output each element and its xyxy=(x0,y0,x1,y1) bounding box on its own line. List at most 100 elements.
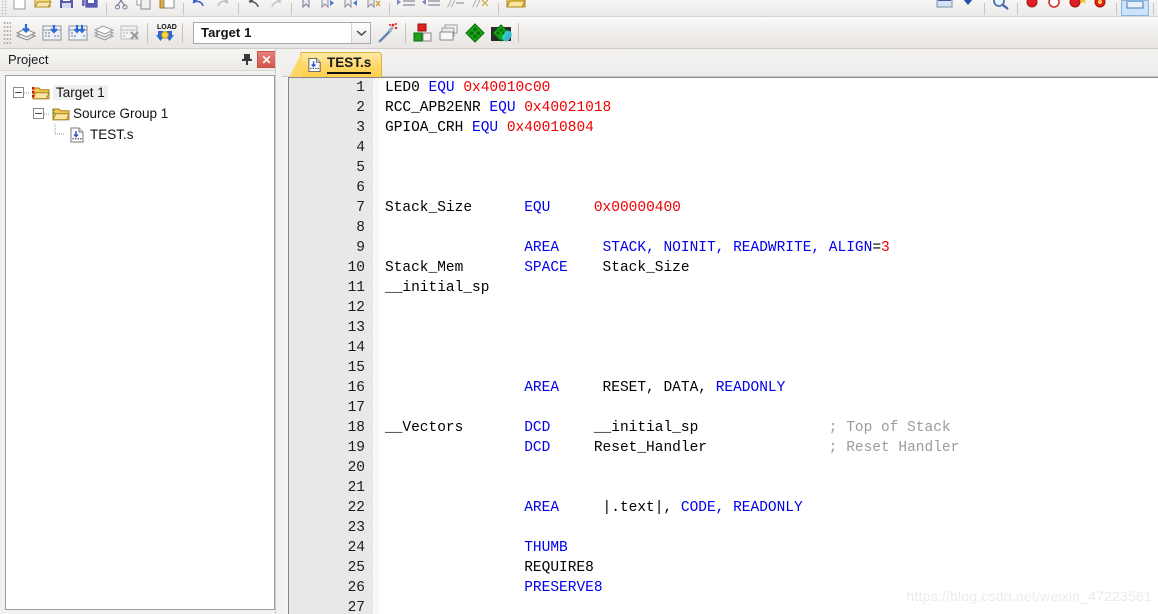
rebuild-button[interactable] xyxy=(65,20,91,46)
disable-breakpoint-icon[interactable] xyxy=(1044,0,1066,16)
code-line[interactable]: 11 __initial_sp xyxy=(289,278,1158,298)
code-line[interactable]: 24 THUMB xyxy=(289,538,1158,558)
code-line[interactable]: 7 Stack_Size EQU 0x00000400 xyxy=(289,198,1158,218)
code-lines-container[interactable]: 1 LED0 EQU 0x40010c00 2 RCC_APB2ENR EQU 0x4… xyxy=(289,78,1158,614)
code-line[interactable]: 12 xyxy=(289,298,1158,318)
code-token: EQU xyxy=(428,80,464,96)
code-line[interactable]: 3 GPIOA_CRH EQU 0x40010804 xyxy=(289,118,1158,138)
build-toolbar-grip[interactable] xyxy=(3,20,11,45)
panel-splitter[interactable] xyxy=(275,49,281,614)
code-line[interactable]: 1 LED0 EQU 0x40010c00 xyxy=(289,78,1158,98)
disable-all-breakpoints-icon[interactable] xyxy=(1090,0,1112,16)
indent-icon[interactable] xyxy=(394,0,419,16)
project-tree-container[interactable]: − Target 1 − Source Group 1 TEST.s xyxy=(5,75,275,610)
code-line[interactable]: 13 xyxy=(289,318,1158,338)
tree-item-test-s[interactable]: TEST.s xyxy=(6,124,274,145)
build-button[interactable] xyxy=(39,20,65,46)
keil-uvision-window: // // LOAD Target 1 Project ✕ − Target 1… xyxy=(0,0,1158,614)
code-line[interactable]: 18 __Vectors DCD __initial_sp ; Top of St… xyxy=(289,418,1158,438)
line-number: 16 xyxy=(347,380,365,396)
line-number: 9 xyxy=(356,240,365,256)
clear-bookmarks-icon[interactable] xyxy=(362,0,385,16)
toolbar-separator xyxy=(182,22,183,43)
code-line[interactable]: 2 RCC_APB2ENR EQU 0x40021018 xyxy=(289,98,1158,118)
multi-project-button[interactable] xyxy=(436,20,462,46)
new-file-icon[interactable] xyxy=(8,0,31,16)
code-line[interactable]: 20 xyxy=(289,458,1158,478)
toolbar-separator xyxy=(518,22,519,43)
target-options-button[interactable] xyxy=(375,20,401,46)
line-number: 1 xyxy=(356,80,365,96)
target-selector[interactable]: Target 1 xyxy=(193,21,371,44)
code-line[interactable]: 16 AREA RESET, DATA, READONLY xyxy=(289,378,1158,398)
code-line[interactable]: 5 xyxy=(289,158,1158,178)
code-line[interactable]: 19 DCD Reset_Handler ; Reset Handler xyxy=(289,438,1158,458)
tree-connector xyxy=(24,92,30,93)
code-line[interactable]: 22 AREA |.text|, CODE, READONLY xyxy=(289,498,1158,518)
outdent-icon[interactable] xyxy=(419,0,444,16)
code-line[interactable]: 15 xyxy=(289,358,1158,378)
paste-icon[interactable] xyxy=(156,0,179,16)
open-folder-icon[interactable] xyxy=(31,0,55,16)
project-tree: − Target 1 − Source Group 1 TEST.s xyxy=(6,76,274,145)
close-icon[interactable]: ✕ xyxy=(257,51,276,68)
download-button[interactable]: LOAD xyxy=(152,20,178,46)
open-project-icon[interactable] xyxy=(503,0,529,16)
stop-build-button[interactable] xyxy=(117,20,143,46)
code-editor[interactable]: 1 LED0 EQU 0x40010c00 2 RCC_APB2ENR EQU 0x4… xyxy=(288,77,1158,614)
tree-item-target-1[interactable]: − Target 1 xyxy=(6,82,274,103)
forward-icon[interactable] xyxy=(265,0,287,16)
cut-icon[interactable] xyxy=(111,0,133,16)
manage-project-items-button[interactable] xyxy=(410,20,436,46)
tree-item-source-group-1[interactable]: − Source Group 1 xyxy=(6,103,274,124)
bookmark-icon[interactable] xyxy=(296,0,316,16)
tab-test-s[interactable]: TEST.s xyxy=(288,52,383,78)
save-all-icon[interactable] xyxy=(78,0,102,16)
find-icon[interactable] xyxy=(989,0,1013,16)
code-token: 3 xyxy=(881,240,890,256)
chevron-down-icon[interactable] xyxy=(351,22,370,43)
debug-icon[interactable] xyxy=(932,0,958,16)
line-number: 14 xyxy=(347,340,365,356)
uncomment-icon[interactable]: // xyxy=(469,0,494,16)
toolbar-grip[interactable] xyxy=(1,0,8,16)
code-line[interactable]: 25 REQUIRE8 xyxy=(289,558,1158,578)
insert-breakpoint-icon[interactable] xyxy=(1022,0,1044,16)
line-text: AREA |.text|, CODE, READONLY xyxy=(385,498,802,518)
translate-button[interactable] xyxy=(13,20,39,46)
code-line[interactable]: 8 xyxy=(289,218,1158,238)
code-token: AREA xyxy=(524,240,560,256)
select-packs-button[interactable] xyxy=(488,20,514,46)
undo-icon[interactable] xyxy=(188,0,211,16)
save-icon[interactable] xyxy=(55,0,78,16)
copy-icon[interactable] xyxy=(133,0,156,16)
line-number: 2 xyxy=(356,100,365,116)
batch-build-button[interactable] xyxy=(91,20,117,46)
pack-installer-button[interactable] xyxy=(462,20,488,46)
code-token: PRESERVE8 xyxy=(524,580,603,596)
code-line[interactable]: 10 Stack_Mem SPACE Stack_Size xyxy=(289,258,1158,278)
code-line[interactable]: 23 xyxy=(289,518,1158,538)
pin-icon[interactable] xyxy=(237,51,257,69)
redo-icon[interactable] xyxy=(211,0,234,16)
code-line[interactable]: 17 xyxy=(289,398,1158,418)
kill-all-breakpoints-icon[interactable] xyxy=(1066,0,1090,16)
line-number: 23 xyxy=(347,520,365,536)
line-number: 11 xyxy=(347,280,365,296)
back-icon[interactable] xyxy=(243,0,265,16)
code-line[interactable]: 6 xyxy=(289,178,1158,198)
code-line[interactable]: 4 xyxy=(289,138,1158,158)
code-line[interactable]: 21 xyxy=(289,478,1158,498)
asm-file-icon xyxy=(69,127,86,143)
window-icon[interactable] xyxy=(1121,0,1149,16)
next-bookmark-icon[interactable] xyxy=(316,0,339,16)
comment-icon[interactable]: // xyxy=(444,0,469,16)
expander-collapse-icon[interactable]: − xyxy=(33,108,44,119)
expander-collapse-icon[interactable]: − xyxy=(13,87,24,98)
line-number: 13 xyxy=(347,320,365,336)
code-line[interactable]: 14 xyxy=(289,338,1158,358)
code-line[interactable]: 9 AREA STACK, NOINIT, READWRITE, ALIGN=3 xyxy=(289,238,1158,258)
debug-options-icon[interactable] xyxy=(958,0,980,16)
prev-bookmark-icon[interactable] xyxy=(339,0,362,16)
